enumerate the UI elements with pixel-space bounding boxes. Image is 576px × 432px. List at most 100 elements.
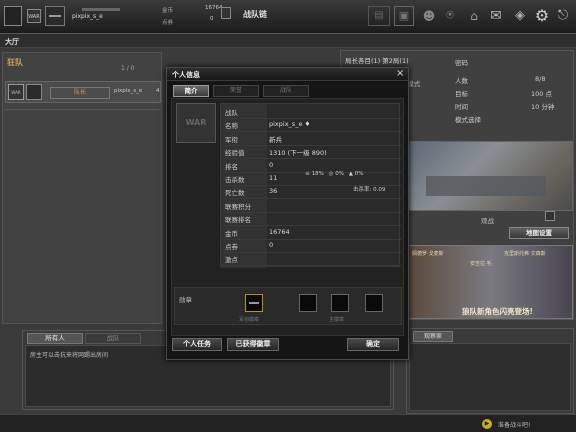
dialog-title: 个人信息: [172, 71, 200, 79]
headshot-rate: 18%: [311, 171, 324, 177]
profile-fields: 战队 名称 pixpix_s_e ♦ 军衔 新兵 经验值 1310 (下一级 890) 排名 0…: [220, 103, 401, 268]
rank-badge-caption: 军衔徽章: [239, 317, 260, 323]
profile-avatar: WAR: [176, 103, 216, 143]
member-avatar: WAR: [8, 84, 24, 100]
promo-char-mid: 安吉拉·毛: [470, 261, 492, 267]
chat-tab-team[interactable]: 战队: [85, 333, 141, 344]
field-value-rank: 新兵: [269, 135, 282, 144]
rank-badge-slot[interactable]: [245, 294, 263, 312]
team-link-button[interactable]: 战队链: [243, 9, 267, 20]
info-label-players: 人数: [455, 77, 468, 85]
info-value-time: 10 分钟: [531, 103, 555, 111]
personal-info-dialog: 个人信息 × 简介 荣誉 战队 WAR 战队名称 pixpix_s_e ♦ 军衔 新兵…: [166, 67, 409, 360]
footer-bar: ▶ 准备战斗吧!: [0, 414, 576, 432]
storage-icon[interactable]: ▣: [394, 6, 414, 26]
spectate-checkbox[interactable]: [545, 211, 555, 221]
map-preview: [405, 141, 573, 211]
field-value-name: pixpix_s_e ♦: [269, 120, 311, 129]
field-value-deaths: 36: [269, 187, 278, 196]
field-label-kills: 击杀数: [225, 176, 245, 184]
confirm-button[interactable]: 确定: [347, 338, 399, 351]
field-value-gold: 16764: [269, 227, 290, 236]
hall-title-bar: 大厅: [0, 34, 576, 48]
dialog-content: WAR 战队 名称 pixpix_s_e ♦ 军衔 新兵 经验值 1310 (下一级 890…: [171, 98, 404, 336]
field-label-league-points: 联赛积分: [225, 202, 251, 211]
badge-section-label: 勋章: [179, 296, 192, 304]
field-value-points: 0: [269, 241, 274, 249]
earned-badges-button[interactable]: 已获得徽章: [227, 338, 279, 351]
field-label-points: 点券: [225, 243, 238, 251]
player-name: pixpix_s_e: [72, 13, 103, 20]
room-title: 局长各目(1) 第2局(1): [345, 57, 409, 65]
card-icon[interactable]: ◈: [510, 6, 530, 26]
field-label-name: 名称: [225, 122, 238, 131]
hall-title: 大厅: [5, 38, 19, 46]
reward-icon[interactable]: ⍟: [440, 6, 460, 26]
promo-banner[interactable]: 佩德罗·戈麦斯 克里斯托弗·文森斯 安吉拉·毛 狼队新角色闪亮登场!: [407, 245, 573, 319]
info-label-time: 时间: [455, 103, 468, 111]
page-indicator: 1 / 0: [121, 65, 135, 72]
member-rank: 队长: [50, 87, 110, 99]
main-badge-caption: 主徽章: [329, 317, 345, 323]
member-rank-icon: [26, 84, 42, 100]
exp-bar: [82, 8, 120, 11]
field-label-ranking: 排名: [225, 162, 238, 171]
gold-value: 16764: [205, 5, 223, 11]
member-flag: 4: [156, 88, 160, 94]
map-settings-button[interactable]: 地图设置: [509, 227, 569, 239]
window-menu-button[interactable]: [4, 6, 22, 26]
field-label-gold: 金币: [225, 229, 238, 238]
chat-tab-all[interactable]: 所有人: [27, 333, 83, 344]
status-text: 准备战斗吧!: [498, 422, 531, 429]
settings-icon[interactable]: ⚙: [532, 5, 552, 27]
member-name: pixpix_s_e: [114, 88, 143, 94]
member-row[interactable]: WAR 队长 pixpix_s_e 4: [5, 81, 161, 103]
character-icon[interactable]: ☻: [418, 6, 440, 26]
main-badge-slot-3[interactable]: [365, 294, 383, 312]
kd-ratio: 击杀率: 0.09: [353, 187, 386, 193]
team-panel-header: 狂队: [7, 58, 23, 67]
info-value-players: 8/8: [535, 75, 546, 83]
promo-slogan: 狼队新角色闪亮登场!: [462, 307, 533, 316]
main-badge-slot-1[interactable]: [299, 294, 317, 312]
field-label-bonus: 激点: [225, 256, 238, 265]
chat-message: 房主可以击抗来将网踢出房间: [30, 352, 109, 359]
team-panel: 狂队 1 / 0 WAR 队长 pixpix_s_e 4: [2, 52, 162, 324]
tab-honor[interactable]: 荣誉: [213, 85, 259, 97]
shop-icon[interactable]: ▤: [368, 6, 390, 26]
points-value: 0: [210, 16, 214, 22]
tab-profile[interactable]: 简介: [173, 85, 209, 97]
field-value-ranking: 0: [269, 160, 274, 169]
field-label-league-rank: 联赛排名: [225, 216, 251, 225]
knife-icon: ▲: [348, 171, 353, 177]
kill-stats: ☠ 18% ◎ 0% ▲ 0%: [305, 171, 363, 177]
grenade-icon: ◎: [328, 171, 334, 177]
room-info: 密码 人数 8/8 目标 100 点 时间 10 分钟 模式选择: [451, 51, 573, 131]
close-icon[interactable]: ×: [396, 68, 404, 79]
info-label-target: 目标: [455, 90, 468, 98]
gift-icon[interactable]: ⌂: [464, 6, 484, 26]
promo-char-left: 佩德罗·戈麦斯: [412, 251, 444, 257]
points-label: 点券: [162, 20, 174, 26]
field-label-team: 战队: [225, 109, 238, 117]
observer-tab[interactable]: 观察家: [413, 331, 453, 342]
mail-icon[interactable]: ✉: [486, 6, 506, 26]
gold-label: 金币: [162, 8, 174, 14]
tab-team[interactable]: 战队: [263, 85, 309, 97]
promo-char-right: 克里斯托弗·文森斯: [504, 251, 546, 257]
personal-task-button[interactable]: 个人任务: [172, 338, 222, 351]
field-value-kills: 11: [269, 174, 278, 182]
field-value-exp: 1310 (下一级 890): [269, 149, 327, 158]
knife-rate: 0%: [354, 171, 364, 177]
headshot-icon: ☠: [305, 171, 310, 177]
main-badge-slot-2[interactable]: [331, 294, 349, 312]
info-label-password: 密码: [455, 59, 468, 67]
app-logo: WAR: [27, 9, 41, 23]
team-link-icon: [221, 7, 231, 19]
info-label-mode-select[interactable]: 模式选择: [455, 114, 481, 124]
exit-icon[interactable]: ⎋: [554, 6, 572, 26]
rank-icon: [45, 6, 65, 26]
badge-section: 勋章 军衔徽章 主徽章: [174, 287, 402, 325]
top-bar: WAR pixpix_s_e 金币 点券 16764 0 战队链 ▤ ▣ ☻ ⍟…: [0, 0, 576, 34]
field-label-rank: 军衔: [225, 135, 238, 144]
